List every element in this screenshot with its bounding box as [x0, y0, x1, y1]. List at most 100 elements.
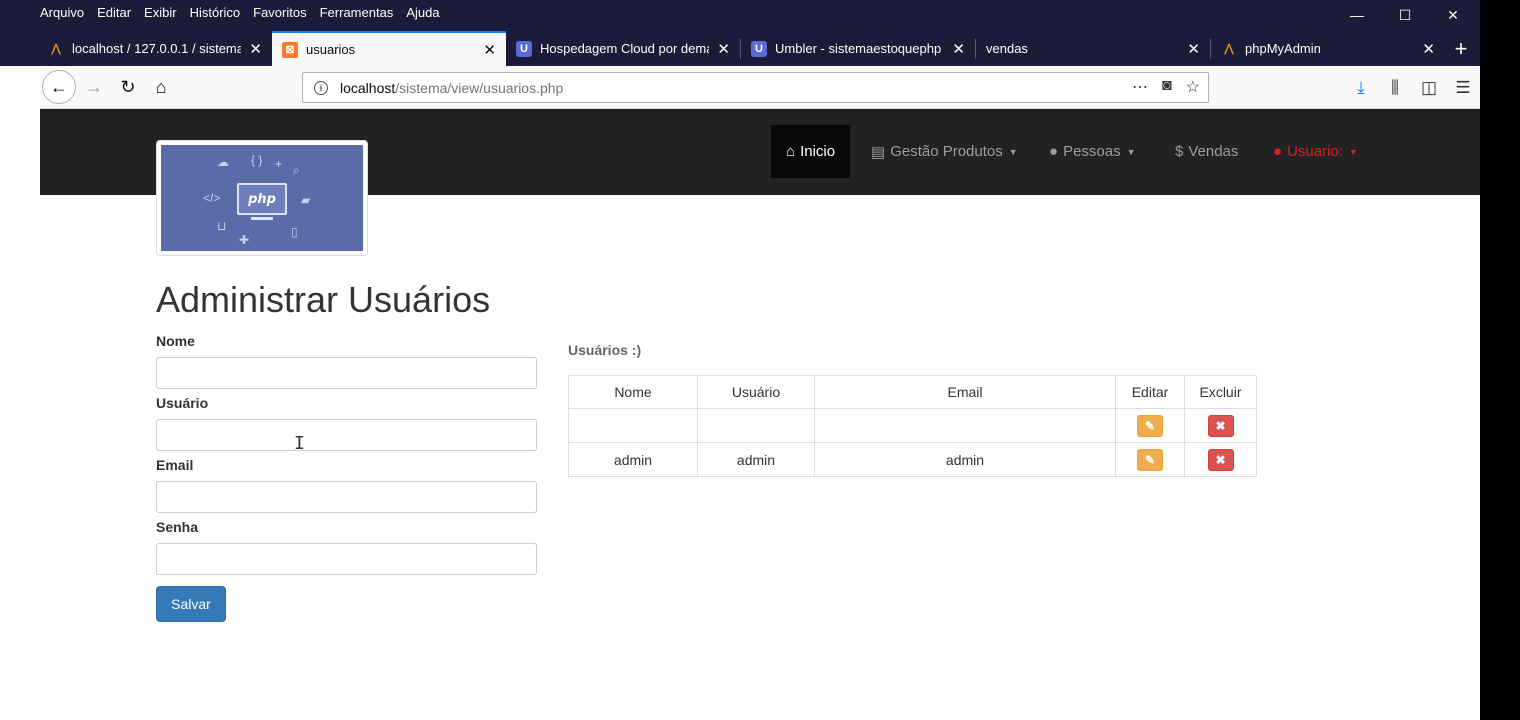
more-actions-icon[interactable]: ⋯ [1132, 77, 1148, 97]
close-tab-icon[interactable]: ✕ [249, 40, 262, 58]
close-tab-icon[interactable]: ✕ [1187, 40, 1200, 58]
arrow-left-icon: ← [50, 76, 68, 97]
tab-usuarios[interactable]: ⊠ usuarios ✕ [272, 31, 506, 66]
nome-input[interactable] [156, 357, 537, 389]
pocket-icon[interactable]: ◙ [1162, 77, 1172, 97]
url-bar[interactable]: i localhost/sistema/view/usuarios.php ⋯ … [302, 72, 1209, 103]
reload-button[interactable]: ↻ [112, 71, 144, 103]
url-text[interactable]: localhost/sistema/view/usuarios.php [340, 80, 563, 96]
nav-pessoas[interactable]: ● Pessoas ▼ [1034, 125, 1151, 178]
edit-button[interactable]: ✎ [1137, 448, 1163, 471]
url-actions: ⋯ ◙ ☆ [1132, 77, 1200, 97]
library-icon[interactable]: ⫼ [1378, 78, 1412, 98]
nome-label: Nome [156, 333, 195, 349]
close-tab-icon[interactable]: ✕ [483, 41, 496, 59]
tab-hospedagem-cloud[interactable]: U Hospedagem Cloud por demanda ✕ [506, 31, 740, 66]
close-window-button[interactable]: ✕ [1430, 0, 1476, 30]
xampp-icon: ⊠ [282, 41, 298, 58]
bookmark-star-icon[interactable]: ☆ [1186, 77, 1200, 97]
delete-button[interactable]: ✖ [1207, 414, 1234, 437]
edit-button[interactable]: ✎ [1137, 414, 1163, 437]
back-button[interactable]: ← [42, 70, 76, 104]
cell-nome: admin [568, 442, 698, 477]
maximize-button[interactable]: ☐ [1382, 0, 1428, 30]
menu-historico[interactable]: Histórico [190, 5, 241, 20]
save-button[interactable]: Salvar [156, 586, 226, 622]
page-title: Administrar Usuários [156, 279, 491, 320]
cell-excluir: ✖ [1184, 442, 1257, 477]
monitor-stand [251, 217, 273, 220]
download-icon[interactable]: ⤓ [1344, 78, 1378, 98]
code-icon: </> [203, 191, 221, 205]
forward-button[interactable]: → [78, 71, 110, 103]
delete-button[interactable]: ✖ [1207, 448, 1234, 471]
document-icon: ▯ [291, 225, 298, 239]
nav-usuario[interactable]: ● Usuario: ▼ [1258, 125, 1373, 178]
menu-ferramentas[interactable]: Ferramentas [320, 5, 394, 20]
close-tab-icon[interactable]: ✕ [717, 40, 730, 58]
caret-down-icon: ▼ [1126, 146, 1136, 157]
search-icon: ⌕ [293, 163, 300, 177]
usuario-input[interactable] [156, 419, 537, 451]
nav-inicio[interactable]: ⌂ Inicio [771, 125, 851, 178]
col-excluir: Excluir [1184, 375, 1257, 409]
tab-umbler-sistema[interactable]: U Umbler - sistemaestoquephp ✕ [741, 31, 975, 66]
close-tab-icon[interactable]: ✕ [1422, 40, 1435, 58]
info-icon[interactable]: i [314, 80, 328, 95]
pencil-icon: ✎ [1144, 452, 1156, 467]
new-tab-button[interactable]: + [1446, 31, 1476, 66]
col-usuario: Usuário [697, 375, 815, 409]
text-cursor-icon: I [294, 433, 305, 454]
desktop-edge [1480, 0, 1520, 720]
tab-vendas[interactable]: vendas ✕ [976, 31, 1210, 66]
tab-phpmyadmin[interactable]: ⋀ phpMyAdmin ✕ [1211, 31, 1445, 66]
remove-icon: ✖ [1215, 452, 1226, 467]
user-icon: ● [1273, 143, 1283, 160]
phpmyadmin-icon: ⋀ [1224, 43, 1234, 55]
table-row: admin admin admin ✎ ✖ [568, 442, 1257, 477]
senha-label: Senha [156, 519, 199, 535]
minimize-button[interactable]: — [1334, 0, 1380, 30]
table-header-row: Nome Usuário Email Editar Excluir [568, 375, 1257, 409]
cell-editar: ✎ [1115, 408, 1185, 443]
nav-vendas[interactable]: $ Vendas [1160, 125, 1253, 178]
card-icon: ▰ [301, 193, 311, 207]
menu-editar[interactable]: Editar [97, 5, 131, 20]
web-page: ⌂ Inicio ▤ Gestão Produtos ▼ ● Pessoas ▼… [40, 109, 1480, 720]
col-email: Email [814, 375, 1116, 409]
cell-usuario: admin [697, 442, 815, 477]
tab-strip: ⋀ localhost / 127.0.0.1 / sistema ✕ ⊠ us… [38, 31, 1445, 66]
email-label: Email [156, 457, 194, 473]
senha-input[interactable] [156, 543, 537, 575]
home-icon: ⌂ [786, 143, 796, 160]
plus-icon: + [275, 157, 283, 171]
home-button[interactable]: ⌂ [145, 71, 177, 103]
menu-arquivo[interactable]: Arquivo [40, 5, 84, 20]
remove-icon: ✖ [1215, 418, 1226, 433]
menu-bar: Arquivo Editar Exibir Histórico Favorito… [40, 0, 453, 24]
sidebar-icon[interactable]: ◫ [1412, 78, 1446, 98]
logo-illustration: ☁ { } + ⌕ </> ▰ ⊔ ▯ ✚ php [161, 145, 363, 251]
phpmyadmin-icon: ⋀ [51, 43, 61, 55]
user-form: Nome Usuário Email Senha Salvar [156, 333, 538, 622]
cloud-icon: ☁ [217, 155, 229, 169]
menu-ajuda[interactable]: Ajuda [406, 5, 439, 20]
email-input[interactable] [156, 481, 537, 513]
caret-down-icon: ▼ [1008, 146, 1018, 157]
tab-phpmyadmin-sistema[interactable]: ⋀ localhost / 127.0.0.1 / sistema ✕ [38, 31, 272, 66]
menu-exibir[interactable]: Exibir [144, 5, 177, 20]
browser-toolbar: ← → ↻ ⌂ i localhost/sistema/view/usuario… [40, 66, 1480, 109]
menu-favoritos[interactable]: Favoritos [253, 5, 306, 20]
close-tab-icon[interactable]: ✕ [952, 40, 965, 58]
usuario-label: Usuário [156, 395, 209, 411]
dollar-icon: $ [1175, 143, 1184, 160]
table-caption: Usuários :) [568, 342, 642, 358]
cell-email [814, 408, 1116, 443]
arrow-right-icon: → [85, 76, 103, 97]
nav-gestao-produtos[interactable]: ▤ Gestão Produtos ▼ [856, 125, 1033, 178]
pencil-icon: ✎ [1144, 418, 1156, 433]
cell-nome [568, 408, 698, 443]
hamburger-menu-icon[interactable]: ☰ [1446, 78, 1480, 98]
umbler-icon: U [751, 40, 767, 57]
plus-icon: ✚ [239, 233, 250, 247]
